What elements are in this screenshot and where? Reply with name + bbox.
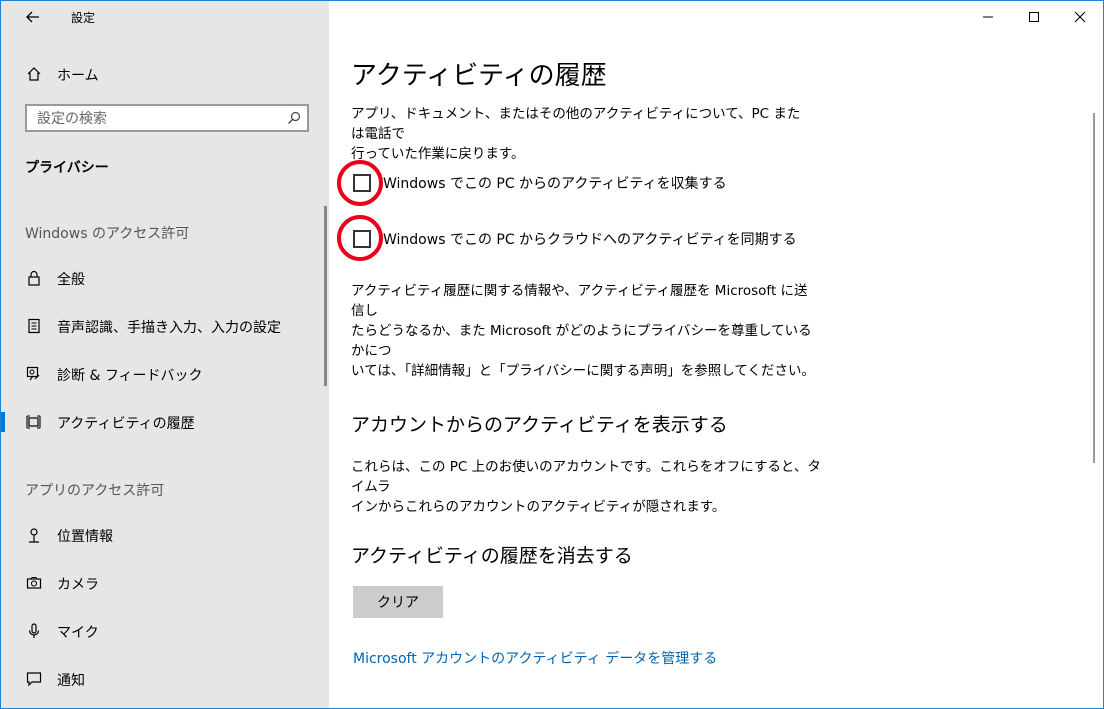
category-heading: プライバシー	[25, 160, 109, 176]
search-input[interactable]	[35, 109, 279, 129]
sync-activity-option[interactable]: Windows でこの PC からクラウドへのアクティビティを同期する	[353, 226, 797, 252]
collect-activity-checkbox[interactable]	[353, 174, 371, 192]
document-icon	[25, 317, 43, 335]
sidebar-item-label: 音声認識、手描き入力、入力の設定	[57, 320, 281, 336]
home-icon	[25, 65, 43, 83]
sidebar-item-diagnostics[interactable]: 診断 & フィードバック	[1, 356, 329, 392]
info-line: アクティビティ履歴に関する情報や、アクティビティ履歴を Microsoft に送…	[351, 283, 808, 319]
info-line: たらどうなるか、また Microsoft がどのようにプライバシーを尊重している…	[351, 323, 812, 359]
group-header-app-permissions: アプリのアクセス許可	[25, 483, 165, 499]
accounts-line: これらは、この PC 上のお使いのアカウントです。これらをオフにすると、タイムラ	[351, 459, 821, 495]
page-title: アクティビティの履歴	[351, 61, 607, 91]
location-icon	[25, 526, 43, 544]
sidebar-item-label: 診断 & フィードバック	[57, 368, 203, 384]
sidebar-item-label: 通知	[57, 673, 85, 689]
sidebar: 設定 ホーム プライバシー Windows のアクセス許可 全般	[1, 1, 329, 708]
sidebar-item-microphone[interactable]: マイク	[1, 613, 329, 649]
info-line: いては、「詳細情報」と「プライバシーに関する声明」を参照してください。	[351, 363, 815, 379]
accounts-line: インからこれらのアカウントのアクティビティが隠されます。	[351, 499, 726, 515]
selected-indicator	[1, 412, 5, 432]
lock-icon	[25, 269, 43, 287]
content-scrollbar[interactable]	[1093, 113, 1095, 463]
app-title: 設定	[71, 11, 96, 25]
sidebar-item-location[interactable]: 位置情報	[1, 517, 329, 553]
feedback-icon	[25, 365, 43, 383]
notification-icon	[25, 670, 43, 688]
back-button[interactable]	[15, 5, 51, 29]
clear-button[interactable]: クリア	[353, 586, 443, 618]
privacy-info-text: アクティビティ履歴に関する情報や、アクティビティ履歴を Microsoft に送…	[351, 281, 821, 381]
intro-line: 行っていた作業に戻ります。	[351, 146, 525, 162]
sidebar-scrollbar[interactable]	[324, 206, 327, 386]
sidebar-item-label: アクティビティの履歴	[57, 416, 195, 432]
camera-icon	[25, 574, 43, 592]
settings-window: 設定 ホーム プライバシー Windows のアクセス許可 全般	[0, 0, 1104, 709]
search-icon[interactable]	[287, 111, 301, 125]
manage-activity-data-link[interactable]: Microsoft アカウントのアクティビティ データを管理する	[353, 648, 717, 668]
sidebar-item-label: マイク	[57, 625, 99, 641]
sidebar-item-label: カメラ	[57, 577, 99, 593]
collect-activity-label: Windows でこの PC からのアクティビティを収集する	[383, 176, 727, 192]
sidebar-item-notifications[interactable]: 通知	[1, 661, 329, 697]
sync-activity-label: Windows でこの PC からクラウドへのアクティビティを同期する	[383, 232, 797, 248]
main-content: アクティビティの履歴 アプリ、ドキュメント、またはその他のアクティビティについて…	[329, 1, 1103, 708]
accounts-section-title: アカウントからのアクティビティを表示する	[351, 414, 728, 436]
collect-activity-option[interactable]: Windows でこの PC からのアクティビティを収集する	[353, 170, 727, 196]
intro-line: アプリ、ドキュメント、またはその他のアクティビティについて、PC または電話で	[351, 106, 801, 142]
sidebar-item-camera[interactable]: カメラ	[1, 565, 329, 601]
sidebar-item-label: 位置情報	[57, 529, 113, 545]
sync-activity-checkbox[interactable]	[353, 230, 371, 248]
search-box	[25, 104, 309, 132]
accounts-description: これらは、この PC 上のお使いのアカウントです。これらをオフにすると、タイムラ…	[351, 457, 821, 517]
intro-text: アプリ、ドキュメント、またはその他のアクティビティについて、PC または電話で …	[351, 104, 811, 164]
sidebar-item-home[interactable]: ホーム	[1, 59, 329, 89]
sidebar-item-general[interactable]: 全般	[1, 260, 329, 296]
sidebar-item-activity-history[interactable]: アクティビティの履歴	[1, 404, 329, 440]
clear-section-title: アクティビティの履歴を消去する	[351, 545, 633, 567]
microphone-icon	[25, 622, 43, 640]
sidebar-item-label: ホーム	[57, 68, 99, 84]
sidebar-item-speech[interactable]: 音声認識、手描き入力、入力の設定	[1, 308, 329, 344]
sidebar-item-label: 全般	[57, 272, 85, 288]
group-header-windows-permissions: Windows のアクセス許可	[25, 226, 190, 242]
timeline-icon	[25, 413, 43, 431]
back-arrow-icon	[26, 11, 39, 23]
